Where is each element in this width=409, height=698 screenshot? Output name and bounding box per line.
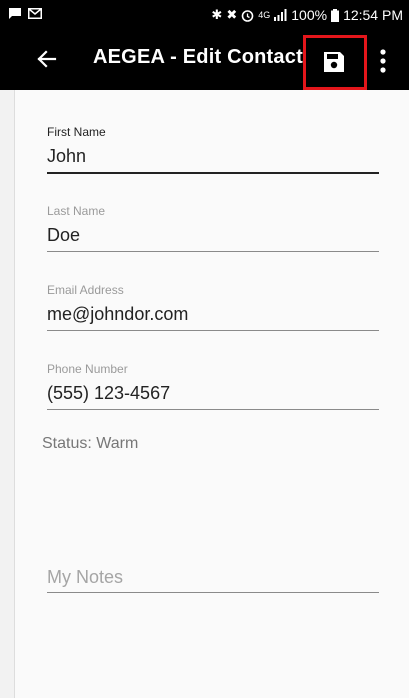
first-name-input[interactable]: John [47,145,379,167]
status-text: Status: Warm [42,435,139,452]
first-name-underline [47,172,379,174]
back-arrow-icon[interactable] [35,44,57,74]
first-name-label: First Name [47,125,106,139]
alarm-icon [241,9,254,22]
notes-field[interactable]: My Notes [47,566,379,593]
first-name-field[interactable]: First Name John [47,125,379,174]
status-bar: ✱ ✖ 4G 100% 12:54 PM [0,0,409,31]
last-name-field[interactable]: Last Name Doe [47,204,379,252]
email-label: Email Address [47,283,124,297]
edit-contact-form: First Name John Last Name Doe Email Addr… [14,90,409,698]
phone-underline [47,409,379,410]
battery-percent: 100% [291,7,328,23]
save-icon[interactable] [323,51,345,73]
notes-input[interactable]: My Notes [47,566,379,588]
lte-icon: 4G [258,10,271,20]
email-field[interactable]: Email Address me@johndor.com [47,283,379,331]
more-vert-icon[interactable] [378,48,388,74]
notes-underline [47,592,379,593]
last-name-label: Last Name [47,204,106,218]
phone-label: Phone Number [47,362,128,376]
app-bar: AEGEA - Edit Contact [0,31,409,90]
signal-icon [274,9,287,21]
message-icon [9,8,21,19]
bluetooth-icon: ✱ [211,7,223,22]
email-icon [28,8,42,19]
clock: 12:54 PM [343,7,403,23]
last-name-underline [47,251,379,252]
phone-input[interactable]: (555) 123-4567 [47,382,379,404]
email-underline [47,330,379,331]
last-name-input[interactable]: Doe [47,224,379,246]
email-input[interactable]: me@johndor.com [47,303,379,325]
battery-icon [331,8,340,22]
page-title: AEGEA - Edit Contact [93,46,303,68]
phone-field[interactable]: Phone Number (555) 123-4567 [47,362,379,410]
mute-icon: ✖ [226,7,238,22]
